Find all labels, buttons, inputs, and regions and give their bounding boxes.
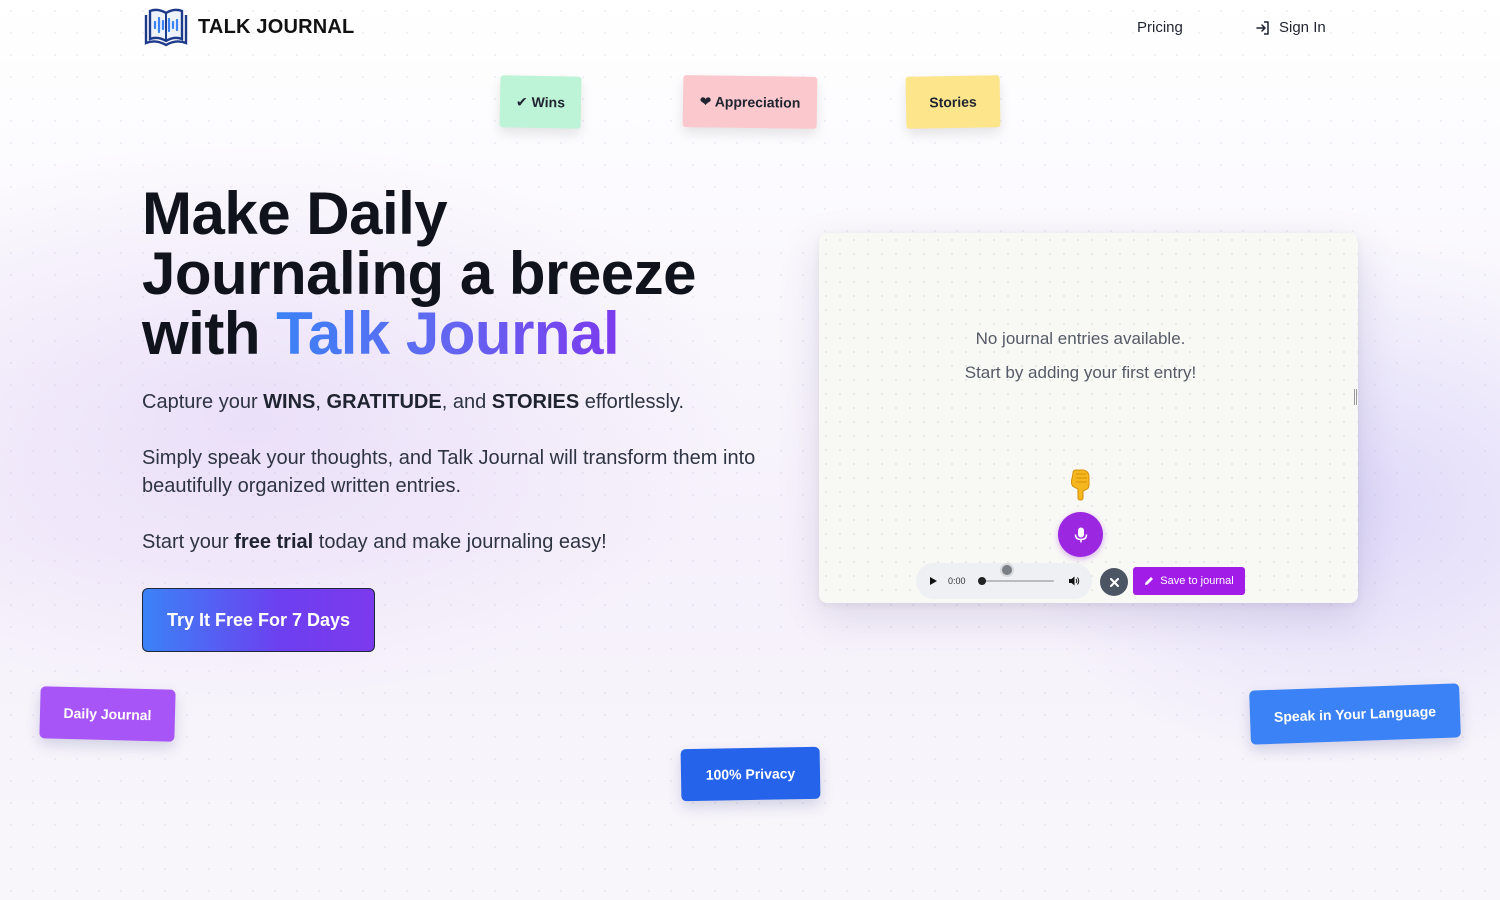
record-microphone-button[interactable] — [1058, 512, 1103, 557]
pencil-icon — [1145, 577, 1154, 585]
tag-stories: Stories — [905, 75, 1001, 129]
audio-seek-thumb[interactable] — [1000, 563, 1014, 577]
nav-sign-in-link[interactable]: Sign In — [1255, 19, 1326, 36]
logo-book-icon — [144, 8, 188, 47]
resize-handle[interactable] — [1354, 389, 1357, 405]
tag-appreciation: ❤ Appreciation — [682, 75, 818, 129]
audio-progress-track[interactable] — [982, 580, 1054, 582]
hero-trial-text: Start your free trial today and make jou… — [142, 531, 607, 553]
badge-speak-language: Speak in Your Language — [1249, 683, 1461, 745]
audio-time: 0:00 — [948, 576, 966, 586]
hero-description: Simply speak your thoughts, and Talk Jou… — [142, 447, 756, 497]
save-to-journal-label: Save to journal — [1160, 575, 1234, 587]
audio-progress-knob[interactable] — [978, 577, 986, 585]
tag-wins: ✔ Wins — [499, 75, 582, 129]
logo[interactable]: TALK JOURNAL — [142, 7, 354, 48]
close-icon — [1109, 577, 1119, 587]
hero-tagline: Capture your WINS, GRATITUDE, and STORIE… — [142, 391, 685, 413]
nav-pricing-link[interactable]: Pricing — [1137, 19, 1183, 36]
site-header: TALK JOURNAL Pricing Sign In — [0, 0, 1500, 56]
microphone-icon — [1074, 527, 1087, 542]
brand-name: TALK JOURNAL — [198, 16, 355, 38]
play-icon[interactable] — [928, 576, 938, 586]
empty-state-title: No journal entries available. — [975, 329, 1186, 348]
pointing-down-icon — [1070, 469, 1090, 501]
audio-player: 0:00 — [916, 563, 1092, 599]
badge-privacy: 100% Privacy — [680, 746, 821, 802]
hero-title-line-1: Make Daily — [142, 180, 448, 247]
sign-in-label: Sign In — [1279, 19, 1326, 36]
hero-title: Make Daily Journaling a breeze with Talk… — [142, 184, 782, 364]
journal-card: No journal entries available. Start by a… — [819, 233, 1358, 603]
hero-title-accent: Talk Journal — [276, 300, 620, 367]
discard-recording-button[interactable] — [1100, 568, 1128, 596]
volume-icon[interactable] — [1068, 575, 1080, 587]
sign-in-icon — [1256, 20, 1269, 35]
hero-title-line-2: Journaling a breeze — [142, 240, 697, 307]
hero-title-line-3: with — [142, 300, 277, 367]
badge-daily-journal: Daily Journal — [39, 686, 176, 742]
free-trial-button[interactable]: Try It Free For 7 Days — [142, 588, 375, 652]
save-to-journal-button[interactable]: Save to journal — [1133, 567, 1245, 595]
empty-state-subtitle: Start by adding your first entry! — [964, 363, 1197, 382]
